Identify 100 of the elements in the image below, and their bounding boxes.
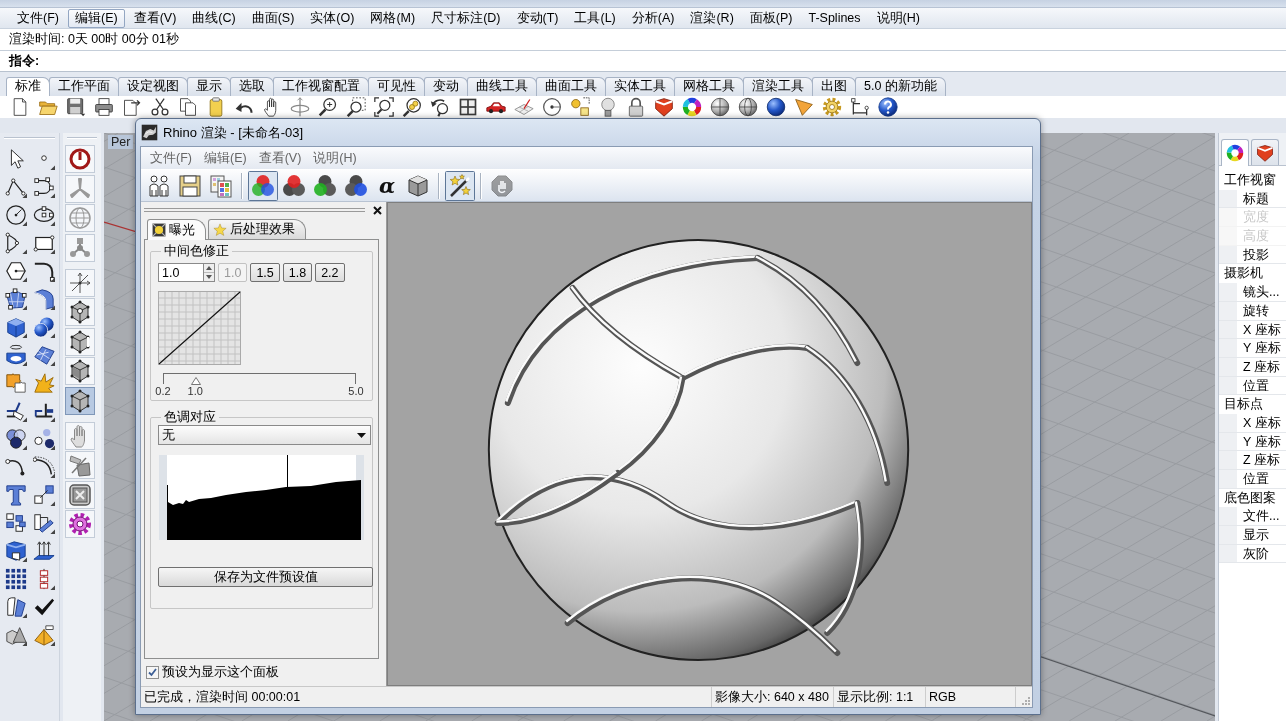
number-field[interactable]: 1.0 xyxy=(158,263,203,283)
property-label[interactable]: 显示 xyxy=(1219,526,1286,545)
tilted-shapes-icon[interactable] xyxy=(65,451,95,479)
zoom-extents-icon[interactable] xyxy=(374,97,394,117)
sphere-icon[interactable] xyxy=(710,97,730,117)
scissors-icon[interactable] xyxy=(150,97,170,117)
rounded-corner-icon[interactable] xyxy=(33,260,55,282)
pyramid-icon[interactable] xyxy=(33,624,55,646)
solids-icon[interactable] xyxy=(5,624,27,646)
property-label[interactable]: 文件... xyxy=(1219,507,1286,527)
zoom-icon[interactable] xyxy=(318,97,338,117)
spheres-icon[interactable] xyxy=(33,316,55,338)
rectangle-icon[interactable] xyxy=(33,232,55,254)
menu-item[interactable]: 尺寸标注(D) xyxy=(424,8,508,28)
zoom-selected-icon[interactable] xyxy=(402,97,422,117)
toolbar-tab[interactable]: 实体工具 xyxy=(605,77,675,96)
extrude-arrows-icon[interactable] xyxy=(33,540,55,562)
menu-item[interactable]: T-Splines xyxy=(801,8,868,28)
three-circles-icon[interactable] xyxy=(248,170,278,201)
panel-tab[interactable]: 曝光 xyxy=(147,219,206,240)
property-section[interactable]: 工作视窗 xyxy=(1219,171,1286,190)
circle-point-icon[interactable] xyxy=(542,97,562,117)
mesh-surface-icon[interactable] xyxy=(33,344,55,366)
toolbar-tab[interactable]: 选取 xyxy=(230,77,274,96)
alpha-channel-button[interactable]: α xyxy=(372,170,402,201)
preset-button[interactable]: 2.2 xyxy=(315,263,345,283)
box-notch-icon[interactable] xyxy=(5,540,27,562)
line-cutter-icon[interactable] xyxy=(5,400,27,422)
property-section[interactable]: 目标点 xyxy=(1219,395,1286,414)
parallel-curves-icon[interactable] xyxy=(33,456,55,478)
blocks-icon[interactable] xyxy=(5,512,27,534)
toolbar-tab[interactable]: 渲染工具 xyxy=(743,77,813,96)
document-arrow-icon[interactable] xyxy=(122,97,142,117)
light-bulb-icon[interactable] xyxy=(598,97,618,117)
magnifier-arrow-icon[interactable] xyxy=(430,97,450,117)
two-squares-icon[interactable] xyxy=(33,484,55,506)
curved-sheet-icon[interactable] xyxy=(33,288,55,310)
close-icon[interactable] xyxy=(373,205,382,215)
orbit-icon[interactable] xyxy=(290,97,310,117)
toolbar-tab[interactable]: 设定视图 xyxy=(118,77,188,96)
menu-item[interactable]: 曲面(S) xyxy=(244,8,302,28)
menu-item[interactable]: 变动(T) xyxy=(509,8,566,28)
panel-tab[interactable] xyxy=(1221,139,1249,166)
menu-item[interactable]: 网格(M) xyxy=(363,8,423,28)
menu-item[interactable]: 文件(F) xyxy=(10,8,66,28)
menu-item[interactable]: 曲线(C) xyxy=(185,8,243,28)
toolbar-tab[interactable]: 显示 xyxy=(187,77,231,96)
toolbar-tab[interactable]: 5.0 的新功能 xyxy=(855,77,946,96)
property-label[interactable]: X 座标 xyxy=(1219,413,1286,433)
dimension-icon[interactable] xyxy=(850,97,870,117)
circles-icon[interactable] xyxy=(33,428,55,450)
move-axes-icon[interactable] xyxy=(65,268,95,297)
power-icon[interactable] xyxy=(65,145,95,173)
panel-tab[interactable]: 后处理效果 xyxy=(208,219,306,239)
cube-icon[interactable] xyxy=(65,386,95,415)
toolbar-tab[interactable]: 曲面工具 xyxy=(536,77,606,96)
cube-edge-icon[interactable] xyxy=(65,327,95,356)
hexagon-icon[interactable] xyxy=(5,260,27,282)
menu-item[interactable]: 实体(O) xyxy=(303,8,362,28)
cube-face-icon[interactable] xyxy=(65,357,95,385)
slider-thumb[interactable] xyxy=(190,377,201,386)
curve-points-icon[interactable] xyxy=(33,176,55,198)
color-wheel-icon[interactable] xyxy=(682,97,702,117)
menu-item[interactable]: 工具(L) xyxy=(567,8,623,28)
grid-plane-icon[interactable] xyxy=(514,97,534,117)
triangle-icon[interactable] xyxy=(794,97,814,117)
four-panes-icon[interactable] xyxy=(458,97,478,117)
menu-item[interactable]: 渲染(R) xyxy=(683,8,741,28)
help-icon[interactable] xyxy=(878,97,898,117)
toolbar-tab[interactable]: 变动 xyxy=(424,77,468,96)
cube-vertex-icon[interactable] xyxy=(65,298,95,326)
ellipse-icon[interactable] xyxy=(33,204,55,226)
property-label[interactable]: Y 座标 xyxy=(1219,339,1286,358)
menu-item[interactable]: 查看(V) xyxy=(252,150,308,166)
polyline-icon[interactable] xyxy=(5,176,27,198)
lock-icon[interactable] xyxy=(626,97,646,117)
box-icon[interactable] xyxy=(5,316,27,338)
shapes-icon[interactable] xyxy=(570,97,590,117)
tone-mapping-dropdown[interactable]: 无 xyxy=(158,425,371,446)
globe-icon[interactable] xyxy=(65,204,95,232)
panel-tab[interactable] xyxy=(1251,139,1279,165)
toolbar-tab[interactable]: 出图 xyxy=(812,77,856,96)
gear-icon[interactable] xyxy=(65,510,95,538)
rectangle-bar-icon[interactable] xyxy=(33,512,55,534)
save-preset-button[interactable]: 保存为文件预设值 xyxy=(158,567,373,588)
toolbar-tab[interactable]: 曲线工具 xyxy=(467,77,537,96)
checkbox[interactable] xyxy=(146,666,159,679)
overlapping-squares-icon[interactable] xyxy=(5,372,27,394)
checkmark-icon[interactable] xyxy=(33,596,55,618)
burst-icon[interactable] xyxy=(33,372,55,394)
toolbar-tab[interactable]: 工作视窗配置 xyxy=(273,77,369,96)
shield-icon[interactable] xyxy=(654,97,674,117)
save-icon[interactable] xyxy=(66,97,86,117)
cylinder-icon[interactable] xyxy=(5,344,27,366)
gear-icon[interactable] xyxy=(822,97,842,117)
printer-icon[interactable] xyxy=(94,97,114,117)
menu-item[interactable]: 说明(H) xyxy=(869,8,927,28)
preset-button[interactable]: 1.5 xyxy=(250,263,280,283)
toolbar-tab[interactable]: 标准 xyxy=(6,77,50,96)
resize-grip-icon[interactable] xyxy=(1020,695,1030,705)
